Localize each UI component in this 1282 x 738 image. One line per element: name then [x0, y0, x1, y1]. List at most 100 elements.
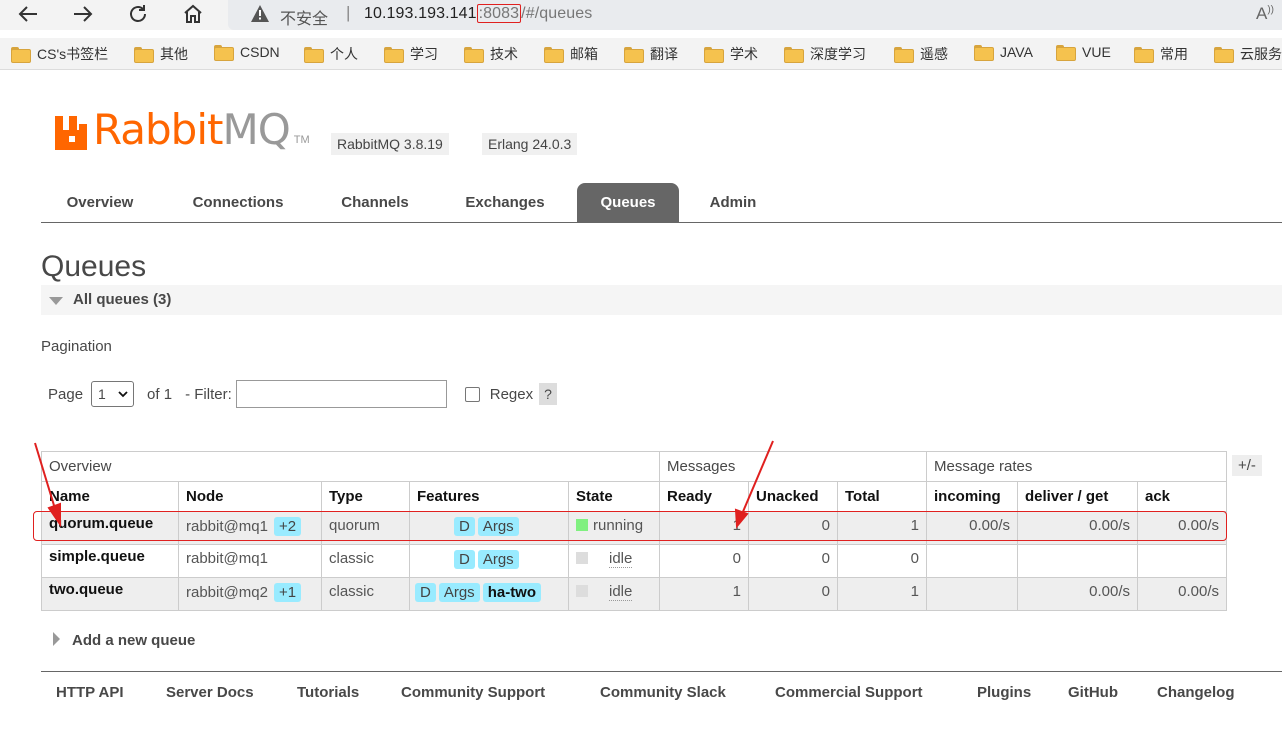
tab-exchanges[interactable]: Exchanges: [447, 183, 563, 222]
toggle-columns-button[interactable]: +/-: [1232, 455, 1262, 476]
page-select-value: 1: [98, 386, 106, 402]
bookmark-folder[interactable]: 云服务: [1214, 44, 1282, 64]
total-count: 1: [837, 577, 927, 611]
queue-node: rabbit@mq1 +2: [178, 511, 322, 545]
bookmark-folder[interactable]: 邮箱: [544, 44, 598, 64]
add-queue-toggle[interactable]: Add a new queue: [53, 632, 195, 649]
queue-name-link[interactable]: simple.queue: [41, 544, 179, 578]
folder-icon: [974, 45, 994, 61]
feature-durable-badge: D: [415, 583, 436, 602]
folder-icon: [1134, 47, 1154, 63]
column-header-unacked[interactable]: Unacked: [748, 481, 838, 512]
table-row[interactable]: quorum.queue rabbit@mq1 +2 quorum D Args r…: [41, 511, 1227, 545]
page-count: of 1: [147, 385, 173, 403]
incoming-rate: 0.00/s: [926, 511, 1018, 545]
table-row[interactable]: two.queue rabbit@mq2 +1 classic D Args ha-t…: [41, 577, 1227, 611]
tab-queues[interactable]: Queues: [577, 183, 679, 222]
state-text: running: [593, 517, 644, 534]
bookmark-folder[interactable]: 常用: [1134, 44, 1188, 64]
footer-link-server-docs[interactable]: Server Docs: [166, 684, 254, 701]
bookmark-label: 邮箱: [570, 46, 598, 62]
folder-icon: [11, 47, 31, 63]
queue-name-link[interactable]: two.queue: [41, 577, 179, 611]
bookmark-folder[interactable]: 其他: [134, 44, 188, 64]
bookmark-folder[interactable]: 个人: [304, 44, 358, 64]
url-text[interactable]: 10.193.193.141:8083/#/queues: [364, 4, 592, 23]
column-header-type[interactable]: Type: [321, 481, 410, 512]
feature-args-badge: Args: [477, 550, 519, 569]
footer-link-github[interactable]: GitHub: [1068, 684, 1118, 701]
footer-link-tutorials[interactable]: Tutorials: [297, 684, 359, 701]
table-row[interactable]: simple.queue rabbit@mq1 classic D Args id…: [41, 544, 1227, 578]
column-header-ready[interactable]: Ready: [659, 481, 749, 512]
running-status-icon: [576, 519, 588, 531]
footer-link-community-slack[interactable]: Community Slack: [600, 684, 726, 701]
queue-name-link[interactable]: quorum.queue: [41, 511, 179, 545]
column-header-total[interactable]: Total: [837, 481, 927, 512]
deliver-rate: 0.00/s: [1017, 511, 1138, 545]
column-header-ack[interactable]: ack: [1137, 481, 1227, 512]
tab-admin[interactable]: Admin: [693, 183, 773, 222]
incoming-rate: [926, 577, 1018, 611]
regex-help-button[interactable]: ?: [539, 383, 557, 405]
footer-link-changelog[interactable]: Changelog: [1157, 684, 1235, 701]
queue-type: quorum: [321, 511, 410, 545]
filter-input[interactable]: [235, 380, 447, 408]
deliver-rate: [1017, 544, 1138, 578]
column-header-incoming[interactable]: incoming: [926, 481, 1018, 512]
home-icon[interactable]: [178, 0, 208, 28]
group-header-overview: Overview: [41, 451, 660, 482]
feature-args-badge: Args: [438, 583, 480, 602]
bookmark-folder[interactable]: 学术: [704, 44, 758, 64]
forward-icon[interactable]: [68, 0, 98, 28]
folder-icon: [214, 45, 234, 61]
bookmark-label: 学术: [730, 46, 758, 62]
bookmark-folder[interactable]: JAVA: [974, 44, 1033, 61]
policy-badge[interactable]: ha-two: [482, 583, 542, 602]
footer-link-http-api[interactable]: HTTP API: [56, 684, 124, 701]
bookmark-folder[interactable]: CS's书签栏: [11, 44, 108, 64]
column-header-name[interactable]: Name: [41, 481, 179, 512]
rabbitmq-logo[interactable]: Rabbit MQ TM: [55, 109, 310, 151]
queue-node: rabbit@mq1: [178, 544, 322, 578]
bookmark-label: VUE: [1082, 44, 1111, 60]
all-queues-toggle[interactable]: All queues (3): [41, 285, 1282, 315]
bookmark-label: CSDN: [240, 44, 280, 60]
queue-features: D Args ha-two: [409, 577, 569, 611]
feature-durable-badge: D: [454, 517, 475, 536]
bookmark-folder[interactable]: 翻译: [624, 44, 678, 64]
bookmark-folder[interactable]: 学习: [384, 44, 438, 64]
bookmark-label: 翻译: [650, 46, 678, 62]
node-name: rabbit@mq2: [186, 584, 268, 601]
state-text: idle: [609, 583, 633, 601]
page-select[interactable]: 1: [91, 381, 135, 407]
tab-overview[interactable]: Overview: [47, 183, 153, 222]
folder-icon: [894, 47, 914, 63]
footer-link-commercial-support[interactable]: Commercial Support: [775, 684, 923, 701]
read-aloud-icon[interactable]: A)): [1256, 4, 1274, 24]
bookmark-folder[interactable]: 深度学习: [784, 44, 866, 64]
column-header-state[interactable]: State: [568, 481, 660, 512]
tab-connections[interactable]: Connections: [173, 183, 303, 222]
footer-links: HTTP API Server Docs Tutorials Community…: [41, 671, 1282, 731]
footer-link-community-support[interactable]: Community Support: [401, 684, 545, 701]
bookmark-folder[interactable]: CSDN: [214, 44, 280, 61]
reload-icon[interactable]: [123, 0, 153, 28]
back-icon[interactable]: [13, 0, 43, 28]
footer-link-plugins[interactable]: Plugins: [977, 684, 1031, 701]
column-header-features[interactable]: Features: [409, 481, 569, 512]
ack-rate: 0.00/s: [1137, 511, 1227, 545]
bookmark-folder[interactable]: 技术: [464, 44, 518, 64]
column-header-node[interactable]: Node: [178, 481, 322, 512]
tab-channels[interactable]: Channels: [323, 183, 427, 222]
bookmark-folder[interactable]: VUE: [1056, 44, 1111, 61]
column-header-deliver-get[interactable]: deliver / get: [1017, 481, 1138, 512]
ack-rate: 0.00/s: [1137, 577, 1227, 611]
regex-checkbox[interactable]: [464, 386, 480, 402]
folder-icon: [784, 47, 804, 63]
queue-state: idle: [568, 577, 660, 611]
feature-durable-badge: D: [454, 550, 475, 569]
bookmark-folder[interactable]: 遥感: [894, 44, 948, 64]
warning-icon[interactable]: [250, 4, 270, 28]
address-bar[interactable]: 不安全 | 10.193.193.141:8083/#/queues A)): [228, 0, 1282, 30]
